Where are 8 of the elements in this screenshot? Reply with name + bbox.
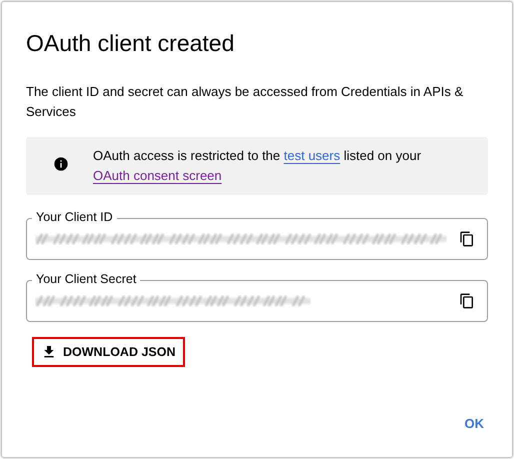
ok-button[interactable]: OK (460, 412, 488, 435)
notice-text: OAuth access is restricted to the test users listed on your OAuth consent screen (93, 147, 422, 185)
dialog-title: OAuth client created (26, 30, 236, 57)
info-icon (53, 156, 69, 172)
notice-link[interactable]: OAuth consent screen (93, 168, 222, 183)
notice-link[interactable]: test users (284, 148, 340, 163)
download-button[interactable]: DOWNLOAD JSON (32, 337, 184, 367)
description-text: The client ID and secret can always be accessed from Credentials in APIs & Services (26, 83, 464, 121)
